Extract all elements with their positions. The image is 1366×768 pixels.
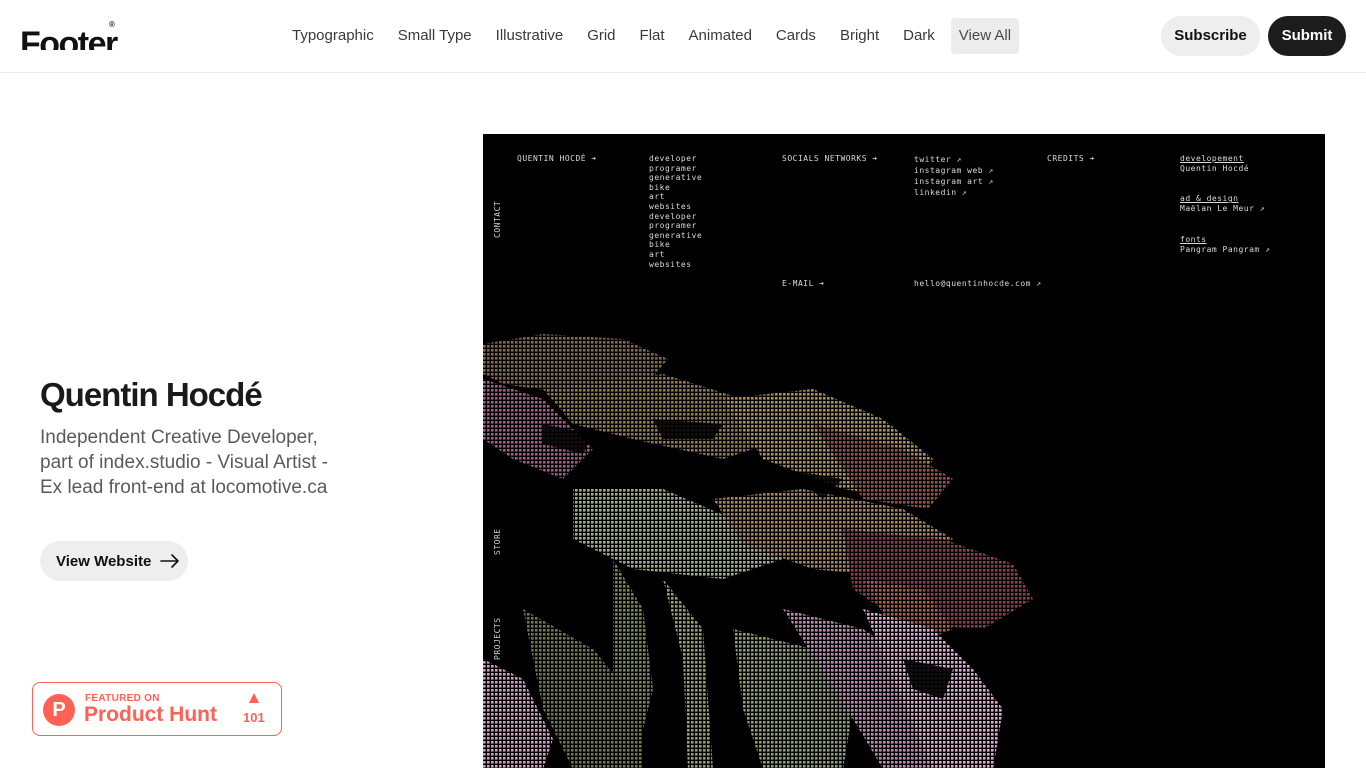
nav-item-illustrative[interactable]: Illustrative bbox=[488, 18, 572, 54]
view-website-label: View Website bbox=[56, 552, 152, 570]
preview-role: developer bbox=[649, 211, 697, 221]
preview-role: art bbox=[649, 192, 665, 202]
product-hunt-logo-icon: P bbox=[43, 694, 75, 726]
nav-item-bright[interactable]: Bright bbox=[832, 18, 887, 54]
preview-role: art bbox=[649, 249, 665, 259]
site-description: Independent Creative Developer, part of … bbox=[40, 427, 328, 498]
nav-item-dark[interactable]: Dark bbox=[895, 18, 943, 54]
preview-name-heading: QUENTIN HOCDÉ ➔ bbox=[517, 154, 597, 163]
preview-role: generative bbox=[649, 230, 703, 240]
preview-social-link: linkedin ↗ bbox=[914, 188, 968, 197]
arrow-right-icon bbox=[160, 554, 180, 568]
product-hunt-name: Product Hunt bbox=[84, 703, 217, 726]
preview-credit-fonts-label: fonts bbox=[1180, 235, 1207, 245]
preview-socials-heading: SOCIALS NETWORKS ➔ bbox=[782, 154, 878, 163]
upvote-triangle-icon bbox=[249, 693, 259, 703]
site-header: Footer ® Typographic Small Type Illustra… bbox=[0, 0, 1366, 73]
preview-role: bike bbox=[649, 240, 671, 250]
preview-side-label-contact: CONTACT bbox=[493, 200, 502, 238]
preview-credits: developement Quentin Hocdé ad & design M… bbox=[1180, 154, 1270, 255]
preview-credit-design-label: ad & design bbox=[1180, 194, 1239, 204]
preview-email-heading: E-MAIL ➔ bbox=[782, 279, 825, 288]
view-website-button[interactable]: View Website bbox=[40, 541, 188, 581]
preview-role: developer bbox=[649, 154, 697, 163]
ascii-plant-artwork bbox=[483, 334, 1033, 768]
preview-roles-list: developer programer generative bike art … bbox=[649, 154, 702, 269]
nav-item-grid[interactable]: Grid bbox=[579, 18, 623, 54]
nav-item-view-all[interactable]: View All bbox=[950, 18, 1020, 54]
category-nav: Typographic Small Type Illustrative Grid… bbox=[284, 18, 1027, 54]
logo-registered-mark: ® bbox=[109, 20, 115, 29]
preview-role: programer bbox=[649, 163, 697, 173]
preview-social-link: instagram web ↗ bbox=[914, 166, 994, 175]
submit-button[interactable]: Submit bbox=[1268, 16, 1346, 56]
preview-credit-design-name: Maëlan Le Meur ↗ bbox=[1180, 203, 1266, 213]
preview-credit-dev-name: Quentin Hocdé bbox=[1180, 163, 1250, 173]
site-title: Quentin Hocdé bbox=[40, 376, 263, 413]
nav-item-small-type[interactable]: Small Type bbox=[390, 18, 480, 54]
preview-social-link: instagram art ↗ bbox=[914, 177, 994, 186]
nav-item-animated[interactable]: Animated bbox=[681, 18, 760, 54]
nav-item-flat[interactable]: Flat bbox=[632, 18, 673, 54]
nav-item-typographic[interactable]: Typographic bbox=[284, 18, 382, 54]
preview-email: hello@quentinhocde.com ↗ bbox=[914, 279, 1042, 288]
preview-social-link: twitter ↗ bbox=[914, 155, 962, 164]
product-hunt-upvote-count: 101 bbox=[243, 710, 265, 725]
nav-item-cards[interactable]: Cards bbox=[768, 18, 824, 54]
preview-role: websites bbox=[649, 259, 692, 269]
preview-credits-heading: CREDITS ➔ bbox=[1047, 154, 1095, 163]
preview-socials-list: twitter ↗ instagram web ↗ instagram art … bbox=[914, 154, 994, 198]
preview-role: generative bbox=[649, 173, 703, 183]
preview-credit-dev-label: developement bbox=[1180, 154, 1244, 163]
subscribe-button[interactable]: Subscribe bbox=[1161, 16, 1260, 56]
preview-role: programer bbox=[649, 221, 697, 231]
product-hunt-badge[interactable]: P FEATURED ON Product Hunt 101 bbox=[32, 682, 282, 736]
preview-role: websites bbox=[649, 201, 692, 211]
website-preview[interactable]: QUENTIN HOCDÉ ➔ developer programer gene… bbox=[483, 134, 1325, 768]
preview-role: bike bbox=[649, 182, 671, 192]
preview-credit-fonts-name: Pangram Pangram ↗ bbox=[1180, 244, 1271, 254]
